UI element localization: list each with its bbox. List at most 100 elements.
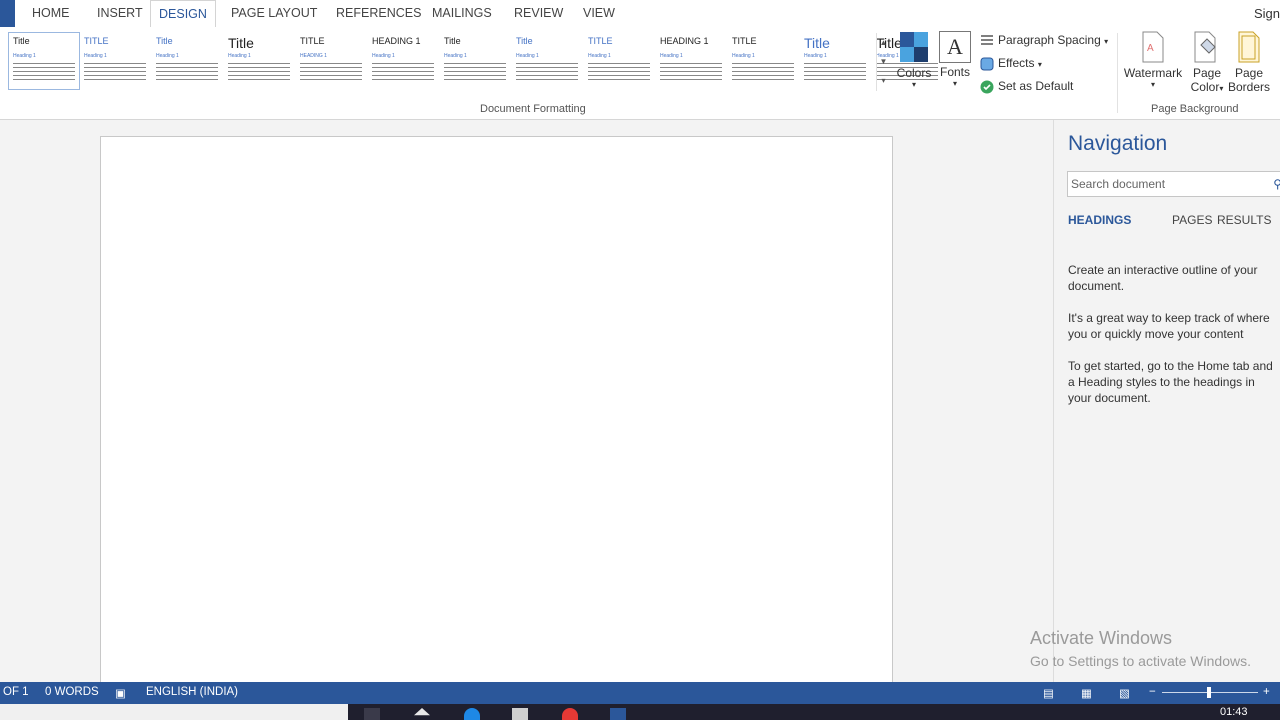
style-set-thumb[interactable]: Title Heading 1 (512, 33, 582, 89)
style-set-thumb-heading: Heading 1 (516, 53, 539, 59)
style-set-thumb-text-lines (13, 60, 75, 83)
tab-review[interactable]: REVIEW (506, 0, 571, 27)
file-tab-stub[interactable] (0, 0, 15, 27)
watermark-button[interactable]: A Watermark ▾ (1122, 31, 1184, 89)
page-borders-label-2: Borders (1228, 80, 1271, 94)
effects-icon (980, 57, 994, 71)
proofing-icon[interactable]: ▣ (115, 686, 126, 700)
paragraph-spacing-label: Paragraph Spacing (998, 33, 1101, 47)
paragraph-spacing-button[interactable]: Paragraph Spacing ▾ (980, 30, 1108, 50)
style-set-thumb-heading: Heading 1 (444, 53, 467, 59)
print-layout-icon[interactable]: ▦ (1081, 686, 1092, 700)
style-set-thumb-title: Title (228, 35, 254, 51)
tab-page-layout[interactable]: PAGE LAYOUT (223, 0, 325, 27)
style-set-thumb[interactable]: Title Heading 1 (152, 33, 222, 89)
taskbar: 01:43 (0, 704, 1280, 720)
zoom-out-icon[interactable]: − (1149, 686, 1156, 698)
style-set-thumb[interactable]: TITLE Heading 1 (728, 33, 798, 89)
taskbar-search-box[interactable] (0, 704, 348, 720)
style-set-thumb-text-lines (84, 60, 146, 83)
tab-results[interactable]: RESULTS (1217, 213, 1271, 227)
tab-mailings[interactable]: MAILINGS (424, 0, 500, 27)
gallery-up-icon[interactable]: ▲ (877, 33, 890, 52)
tab-design[interactable]: DESIGN (150, 0, 216, 28)
style-set-thumb[interactable]: Title Heading 1 (440, 33, 510, 89)
style-set-thumb-text-lines (444, 60, 506, 83)
group-separator (1117, 33, 1118, 113)
word-icon[interactable] (610, 708, 626, 720)
read-mode-icon[interactable]: ▤ (1043, 686, 1054, 700)
navigation-title: Navigation (1068, 132, 1168, 155)
search-icon[interactable]: ⚲ (1273, 177, 1280, 191)
set-as-default-label: Set as Default (998, 79, 1074, 93)
page-borders-button[interactable]: Page Borders (1228, 31, 1270, 94)
page-color-label-2: Color (1190, 80, 1220, 94)
tab-home[interactable]: HOME (24, 0, 78, 27)
effects-label: Effects (998, 56, 1035, 70)
style-set-thumb-heading: Heading 1 (372, 53, 395, 59)
opera-icon[interactable] (562, 708, 578, 720)
page-color-label-1: Page (1192, 66, 1222, 80)
sign-in-link[interactable]: Sign (1254, 0, 1280, 27)
style-set-thumb-heading: Heading 1 (84, 53, 107, 59)
style-set-thumb-text-lines (300, 60, 362, 83)
style-set-thumb-text-lines (156, 60, 218, 83)
group-label-document-formatting: Document Formatting (480, 103, 586, 115)
gallery-more-icon[interactable]: ▾ (877, 71, 890, 90)
page-count[interactable]: OF 1 (3, 686, 29, 698)
style-set-thumb-text-lines (732, 60, 794, 83)
style-set-thumb-text-lines (660, 60, 722, 83)
language-indicator[interactable]: ENGLISH (INDIA) (146, 686, 238, 698)
zoom-in-icon[interactable]: + (1263, 686, 1270, 698)
ribbon: Title Heading 1 TITLE Heading 1 Title Heading… (0, 27, 1280, 120)
style-set-thumb-title: HEADING 1 (372, 36, 421, 46)
gallery-scroll[interactable]: ▲ ▼ ▾ (876, 33, 890, 91)
style-set-thumb-title: TITLE (588, 36, 613, 46)
style-set-thumb[interactable]: HEADING 1 Heading 1 (656, 33, 726, 89)
gallery-down-icon[interactable]: ▼ (877, 52, 890, 71)
tab-view[interactable]: VIEW (575, 0, 623, 27)
colors-icon (900, 32, 928, 62)
tab-insert[interactable]: INSERT (89, 0, 151, 27)
status-bar: OF 1 0 WORDS ▣ ENGLISH (INDIA) ▤ ▦ ▧ − + (0, 682, 1280, 704)
style-set-thumb[interactable]: TITLE Heading 1 (584, 33, 654, 89)
edge-icon[interactable] (464, 708, 480, 720)
style-set-thumb[interactable]: Title Heading 1 (8, 32, 80, 90)
style-set-thumb[interactable]: TITLE Heading 1 (80, 33, 150, 89)
style-set-thumb[interactable]: HEADING 1 Heading 1 (368, 33, 438, 89)
page-color-dropdown-icon: ▾ (1219, 84, 1224, 93)
page-color-button[interactable]: Page Color▾ (1187, 31, 1227, 94)
zoom-slider-thumb[interactable] (1207, 687, 1211, 698)
store-icon[interactable] (512, 708, 528, 720)
word-count[interactable]: 0 WORDS (45, 686, 99, 698)
task-view-icon[interactable] (364, 708, 380, 720)
style-set-thumb[interactable]: Title Heading 1 (224, 33, 294, 89)
clock[interactable]: 01:43 (1220, 706, 1248, 718)
activate-windows-title: Activate Windows (1030, 628, 1173, 648)
style-set-thumb[interactable]: Title Heading 1 (800, 33, 870, 89)
document-page[interactable] (100, 136, 893, 698)
page-color-icon (1194, 31, 1216, 63)
search-document-input[interactable]: Search document ⚲ (1067, 171, 1280, 197)
tab-pages[interactable]: PAGES (1172, 213, 1212, 227)
fonts-label: Fonts (939, 65, 970, 79)
style-set-thumb-title: Title (804, 35, 830, 51)
page-borders-icon (1238, 31, 1260, 63)
app-icon[interactable] (414, 708, 430, 716)
fonts-dropdown-icon: ▾ (952, 79, 957, 88)
set-as-default-button[interactable]: Set as Default (980, 76, 1073, 96)
colors-button[interactable]: Colors ▾ (896, 31, 932, 89)
style-set-thumb-text-lines (516, 60, 578, 83)
style-set-thumb[interactable]: TITLE HEADING 1 (296, 33, 366, 89)
fonts-icon: A (939, 31, 971, 63)
style-set-thumb-text-lines (372, 60, 434, 83)
tab-references[interactable]: REFERENCES (328, 0, 429, 27)
paragraph-spacing-icon (981, 35, 993, 45)
effects-button[interactable]: Effects ▾ (980, 53, 1042, 73)
fonts-button[interactable]: A Fonts ▾ (938, 31, 972, 88)
style-set-gallery: Title Heading 1 TITLE Heading 1 Title Heading… (8, 32, 938, 91)
colors-label: Colors (896, 66, 932, 80)
checkmark-icon (980, 80, 994, 94)
tab-headings[interactable]: HEADINGS (1068, 213, 1131, 227)
web-layout-icon[interactable]: ▧ (1119, 686, 1130, 700)
